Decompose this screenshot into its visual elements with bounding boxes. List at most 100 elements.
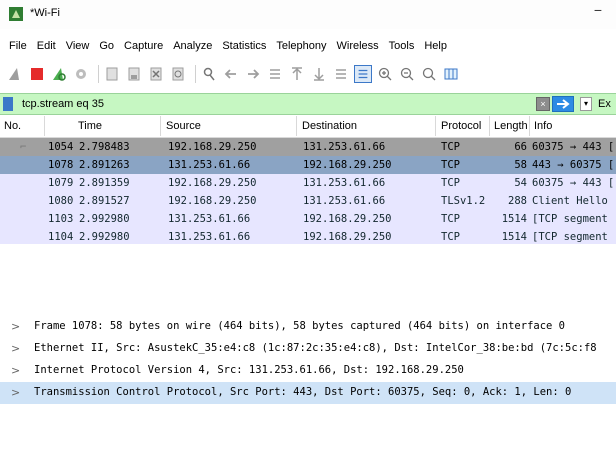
restart-icon[interactable] (50, 65, 68, 83)
close-file-icon[interactable] (147, 65, 165, 83)
detail-text: Frame 1078: 58 bytes on wire (464 bits),… (34, 320, 566, 332)
cell-no: 1054 (48, 141, 74, 153)
cell-info: 443 → 60375 [ (532, 159, 615, 171)
detail-row-frame[interactable]: > Frame 1078: 58 bytes on wire (464 bits… (0, 316, 616, 338)
packet-row[interactable]: 1079 2.891359 192.168.29.250 131.253.61.… (0, 174, 616, 192)
cell-destination: 131.253.61.66 (303, 195, 386, 207)
menu-capture[interactable]: Capture (119, 40, 168, 52)
open-icon[interactable] (103, 65, 121, 83)
menu-analyze[interactable]: Analyze (168, 40, 217, 52)
cell-info: [TCP segment (532, 213, 608, 225)
cell-source: 131.253.61.66 (168, 159, 251, 171)
packet-row[interactable]: 1078 2.891263 131.253.61.66 192.168.29.2… (0, 156, 616, 174)
zoom-normal-icon[interactable] (420, 65, 438, 83)
detail-row-ipv4[interactable]: > Internet Protocol Version 4, Src: 131.… (0, 360, 616, 382)
column-divider[interactable] (296, 116, 297, 136)
minimize-button[interactable]: − (594, 2, 602, 18)
first-icon[interactable] (288, 65, 306, 83)
menu-go[interactable]: Go (94, 40, 119, 52)
column-divider[interactable] (489, 116, 490, 136)
goto-icon[interactable] (266, 65, 284, 83)
cell-info: 60375 → 443 [ (532, 141, 615, 153)
menu-help[interactable]: Help (419, 40, 452, 52)
cell-time: 2.798483 (79, 141, 130, 153)
menu-statistics[interactable]: Statistics (217, 40, 271, 52)
display-filter-bar: tcp.stream eq 35 × ▾ Ex (0, 93, 616, 115)
column-info[interactable]: Info (534, 120, 552, 132)
options-icon[interactable] (72, 65, 90, 83)
menu-view[interactable]: View (61, 40, 95, 52)
cell-length: 66 (514, 141, 527, 153)
menu-wireless[interactable]: Wireless (332, 40, 384, 52)
cell-destination: 131.253.61.66 (303, 177, 386, 189)
cell-source: 131.253.61.66 (168, 213, 251, 225)
cell-no: 1078 (48, 159, 74, 171)
column-no[interactable]: No. (4, 120, 21, 132)
cell-protocol: TCP (441, 231, 460, 243)
column-divider[interactable] (529, 116, 530, 136)
expand-arrow-icon[interactable]: > (11, 342, 20, 355)
expand-arrow-icon[interactable]: > (11, 320, 20, 333)
last-icon[interactable] (310, 65, 328, 83)
column-divider[interactable] (160, 116, 161, 136)
column-divider[interactable] (435, 116, 436, 136)
column-source[interactable]: Source (166, 120, 201, 132)
back-icon[interactable] (222, 65, 240, 83)
packet-row[interactable]: 1103 2.992980 131.253.61.66 192.168.29.2… (0, 210, 616, 228)
detail-row-tcp[interactable]: > Transmission Control Protocol, Src Por… (0, 382, 616, 404)
filter-history-dropdown[interactable]: ▾ (580, 97, 592, 111)
column-time[interactable]: Time (78, 120, 102, 132)
menu-edit[interactable]: Edit (32, 40, 61, 52)
expand-arrow-icon[interactable]: > (11, 364, 20, 377)
save-icon[interactable] (125, 65, 143, 83)
apply-filter-button[interactable] (552, 96, 574, 112)
title-bar: *Wi-Fi − (0, 0, 616, 29)
reload-icon[interactable] (169, 65, 187, 83)
stop-icon[interactable] (28, 65, 46, 83)
packet-row[interactable]: 1080 2.891527 192.168.29.250 131.253.61.… (0, 192, 616, 210)
shark-fin-start-icon[interactable] (6, 65, 24, 83)
menu-telephony[interactable]: Telephony (271, 40, 331, 52)
detail-row-ethernet[interactable]: > Ethernet II, Src: AsustekC_35:e4:c8 (1… (0, 338, 616, 360)
find-icon[interactable] (200, 65, 218, 83)
expression-button[interactable]: Ex (598, 98, 611, 110)
resize-columns-icon[interactable] (442, 65, 460, 83)
column-protocol[interactable]: Protocol (441, 120, 481, 132)
menu-tools[interactable]: Tools (384, 40, 420, 52)
cell-length: 1514 (501, 213, 527, 225)
zoom-out-icon[interactable] (398, 65, 416, 83)
expand-arrow-icon[interactable]: > (11, 386, 20, 399)
packet-list-header: No. Time Source Destination Protocol Len… (0, 115, 616, 138)
packet-row[interactable]: 1104 2.992980 131.253.61.66 192.168.29.2… (0, 228, 616, 244)
forward-icon[interactable] (244, 65, 262, 83)
cell-no: 1103 (48, 213, 74, 225)
column-length[interactable]: Length (494, 120, 528, 132)
detail-text: Transmission Control Protocol, Src Port:… (34, 386, 572, 398)
zoom-in-icon[interactable] (376, 65, 394, 83)
cell-length: 1514 (501, 231, 527, 243)
cell-destination: 192.168.29.250 (303, 159, 392, 171)
arrow-right-icon (557, 99, 570, 109)
cell-source: 192.168.29.250 (168, 195, 257, 207)
column-divider[interactable] (44, 116, 45, 136)
wireshark-logo-icon (9, 7, 23, 21)
packet-list: ⌐ 1054 2.798483 192.168.29.250 131.253.6… (0, 138, 616, 244)
column-destination[interactable]: Destination (302, 120, 357, 132)
row-marker-icon: ⌐ (20, 141, 27, 153)
cell-protocol: TCP (441, 141, 460, 153)
cell-protocol: TCP (441, 213, 460, 225)
cell-time: 2.891263 (79, 159, 130, 171)
cell-destination: 131.253.61.66 (303, 141, 386, 153)
cell-time: 2.891527 (79, 195, 130, 207)
menu-file[interactable]: File (4, 40, 32, 52)
cell-length: 54 (514, 177, 527, 189)
autoscroll-icon[interactable] (332, 65, 350, 83)
packet-row[interactable]: ⌐ 1054 2.798483 192.168.29.250 131.253.6… (0, 138, 616, 156)
colorize-icon[interactable] (354, 65, 372, 83)
cell-protocol: TCP (441, 159, 460, 171)
display-filter-input[interactable]: tcp.stream eq 35 (22, 95, 512, 113)
clear-filter-button[interactable]: × (536, 97, 550, 111)
cell-length: 58 (514, 159, 527, 171)
bookmark-icon[interactable] (3, 97, 13, 111)
cell-no: 1080 (48, 195, 74, 207)
